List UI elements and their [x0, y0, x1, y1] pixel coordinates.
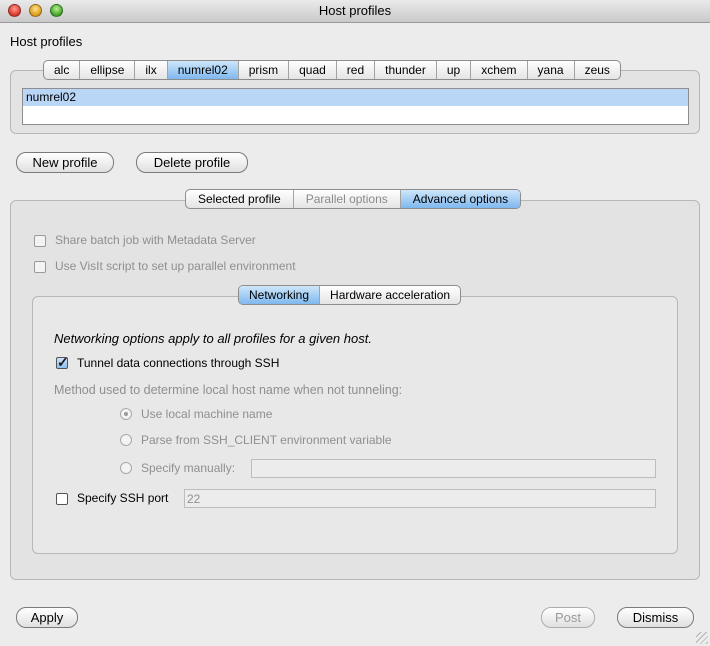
share-batch-checkbox[interactable]	[34, 235, 46, 247]
resize-grip-icon[interactable]	[696, 632, 708, 644]
host-tab-yana[interactable]: yana	[528, 61, 575, 79]
apply-button[interactable]: Apply	[16, 607, 78, 628]
ssh-port-checkbox[interactable]	[56, 493, 68, 505]
radio-specify-manually[interactable]	[120, 462, 132, 474]
ssh-port-input[interactable]: 22	[184, 489, 656, 508]
tab-advanced-options[interactable]: Advanced options	[400, 190, 521, 208]
host-tab-alc[interactable]: alc	[44, 61, 81, 79]
host-tab-thunder[interactable]: thunder	[375, 61, 437, 79]
sub-tab-bar: Networking Hardware acceleration	[238, 285, 462, 305]
delete-profile-button[interactable]: Delete profile	[136, 152, 248, 173]
visit-script-checkbox[interactable]	[34, 261, 46, 273]
share-batch-label: Share batch job with Metadata Server	[55, 233, 256, 247]
dismiss-button[interactable]: Dismiss	[617, 607, 694, 628]
tunnel-ssh-label: Tunnel data connections through SSH	[77, 356, 280, 370]
radio-specify-manually-label: Specify manually:	[141, 461, 236, 475]
host-tab-prism[interactable]: prism	[239, 61, 290, 79]
radio-local-machine-name-label: Use local machine name	[141, 407, 273, 421]
host-tab-zeus[interactable]: zeus	[575, 61, 620, 79]
new-profile-button[interactable]: New profile	[16, 152, 114, 173]
title-bar: Host profiles	[0, 0, 710, 23]
window-title: Host profiles	[318, 3, 392, 18]
tab-hardware-acceleration[interactable]: Hardware acceleration	[320, 286, 460, 304]
host-tab-up[interactable]: up	[437, 61, 472, 79]
radio-parse-ssh-client-label: Parse from SSH_CLIENT environment variab…	[141, 433, 392, 447]
networking-note: Networking options apply to all profiles…	[54, 331, 372, 346]
host-tab-quad[interactable]: quad	[289, 61, 337, 79]
visit-script-label: Use VisIt script to set up parallel envi…	[55, 259, 296, 273]
tab-networking[interactable]: Networking	[239, 286, 321, 304]
tab-parallel-options[interactable]: Parallel options	[294, 190, 401, 208]
tunnel-ssh-checkbox[interactable]	[56, 354, 69, 371]
host-tab-bar: alc ellipse ilx numrel02 prism quad red …	[43, 60, 621, 80]
tab-selected-profile[interactable]: Selected profile	[186, 190, 294, 208]
host-tab-numrel02[interactable]: numrel02	[167, 61, 239, 79]
ssh-port-label: Specify SSH port	[77, 491, 169, 505]
method-label: Method used to determine local host name…	[54, 383, 403, 397]
radio-parse-ssh-client[interactable]	[120, 434, 132, 446]
host-tab-red[interactable]: red	[337, 61, 376, 79]
host-tab-ellipse[interactable]: ellipse	[80, 61, 136, 79]
manual-host-input[interactable]	[251, 459, 656, 478]
profile-list-item[interactable]: numrel02	[23, 89, 688, 106]
profile-tab-bar: Selected profile Parallel options Advanc…	[185, 189, 522, 209]
host-tab-ilx[interactable]: ilx	[135, 61, 168, 79]
post-button[interactable]: Post	[541, 607, 595, 628]
profile-list[interactable]: numrel02	[22, 88, 689, 125]
host-tab-xchem[interactable]: xchem	[471, 61, 528, 79]
host-profiles-label: Host profiles	[10, 34, 83, 49]
radio-local-machine-name[interactable]	[120, 408, 132, 420]
